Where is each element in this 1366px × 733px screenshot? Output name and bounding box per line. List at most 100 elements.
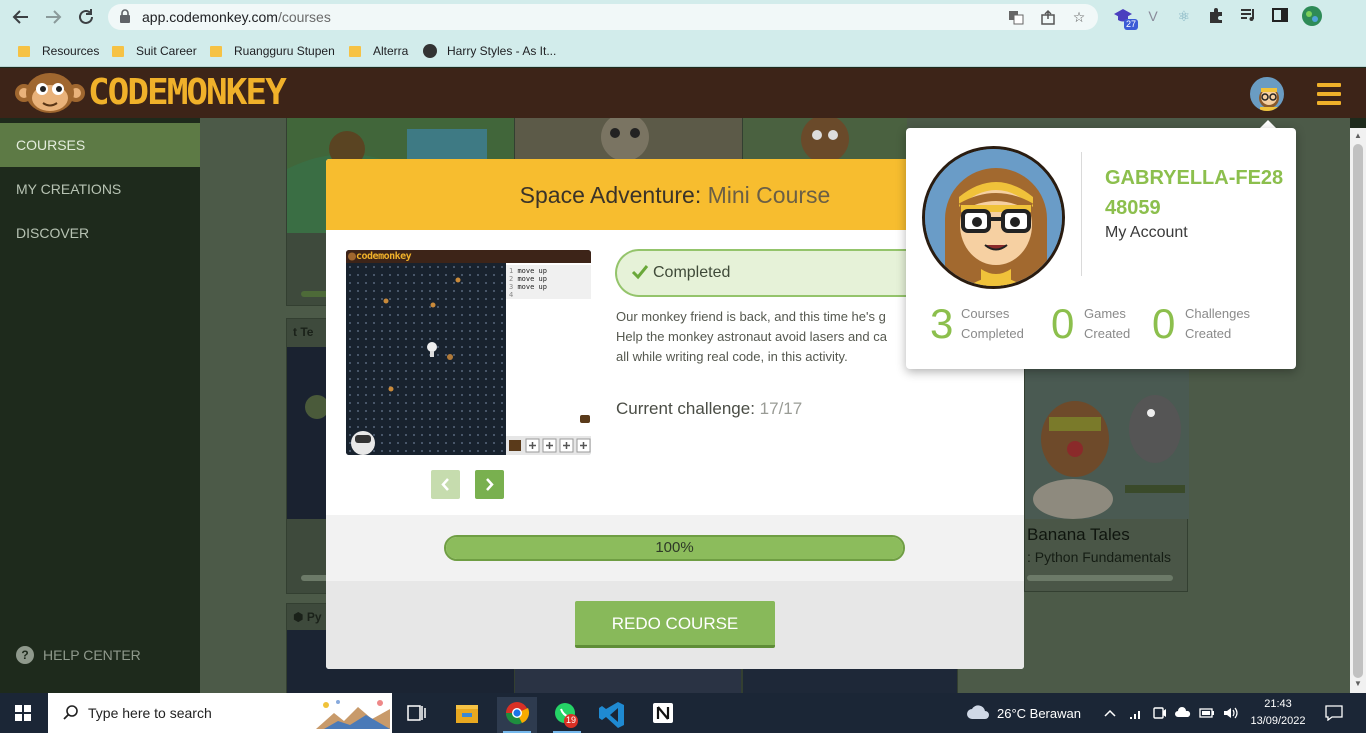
popover-divider <box>1081 152 1082 276</box>
back-arrow-icon[interactable] <box>10 6 32 28</box>
app-header: CODEMONKEY <box>0 68 1366 118</box>
volume-icon[interactable] <box>1222 705 1238 721</box>
monkey-logo-icon[interactable] <box>14 71 86 115</box>
bookmark-alterra[interactable]: Alterra <box>349 42 408 60</box>
bookmark-label: Resources <box>42 44 100 58</box>
stat-label: Games Created <box>1084 306 1131 341</box>
scroll-up-arrow-icon[interactable]: ▲ <box>1353 131 1363 141</box>
hamburger-menu-icon[interactable] <box>1317 83 1341 105</box>
profile-avatar-icon[interactable] <box>1302 6 1322 26</box>
challenge-value: 17/17 <box>759 399 803 418</box>
forward-arrow-icon[interactable] <box>42 6 64 28</box>
scrollbar-thumb[interactable] <box>1353 144 1363 678</box>
preview-header: codemonkey <box>346 250 591 263</box>
media-control-icon[interactable] <box>1238 6 1258 26</box>
course-progress-bar <box>1027 575 1173 581</box>
help-icon: ? <box>16 646 34 664</box>
status-label: Completed <box>653 264 731 281</box>
progress-label: 100% <box>655 539 694 556</box>
folder-icon <box>349 45 361 57</box>
meet-now-icon[interactable] <box>1151 705 1167 721</box>
course-progress-bar: 100% <box>444 535 905 561</box>
notifications-icon[interactable] <box>1325 705 1343 722</box>
bookmarks-bar: Resources Suit Career Ruangguru Stupen A… <box>0 34 1366 67</box>
stat-value: 0 <box>1051 300 1075 347</box>
task-view-icon[interactable] <box>396 697 436 733</box>
python-icon: ⬢ <box>293 610 307 624</box>
windows-start-icon[interactable] <box>15 705 31 721</box>
scroll-down-arrow-icon[interactable]: ▼ <box>1353 679 1363 689</box>
preview-code-editor: 1 move up 2 move up 3 move up 4 <box>506 263 591 455</box>
reload-icon[interactable] <box>75 6 97 28</box>
brand-wordmark[interactable]: CODEMONKEY <box>88 74 287 112</box>
search-placeholder: Type here to search <box>88 705 212 721</box>
current-challenge: Current challenge: 17/17 <box>616 399 802 419</box>
user-avatar[interactable] <box>922 146 1065 289</box>
file-explorer-icon[interactable] <box>447 697 487 733</box>
header-avatar[interactable] <box>1248 75 1286 113</box>
bookmark-resources[interactable]: Resources <box>18 42 99 60</box>
translate-icon[interactable] <box>1008 9 1024 25</box>
course-name: Space Adventure: <box>519 182 702 208</box>
bookmark-ruangguru[interactable]: Ruangguru Stupen <box>210 42 335 60</box>
taskbar-search[interactable]: Type here to search <box>48 693 392 733</box>
search-highlight-illustration <box>316 700 390 729</box>
network-icon[interactable] <box>1128 705 1144 721</box>
browser-toolbar: app.codemonkey.com/courses ☆ 27 V ⚛ <box>0 0 1366 34</box>
completed-status-badge: Completed <box>615 249 915 297</box>
folder-icon <box>112 45 124 57</box>
bookmark-star-icon[interactable]: ☆ <box>1071 9 1087 25</box>
weather-cloud-icon[interactable] <box>966 703 990 719</box>
progress-section: 100% <box>326 515 1024 581</box>
stat-label: Challenges Created <box>1185 306 1251 341</box>
course-tag: ⬢ Py <box>293 610 322 624</box>
react-extension-icon[interactable]: ⚛ <box>1174 6 1194 26</box>
url-text: app.codemonkey.com/courses <box>142 9 331 25</box>
onedrive-cloud-icon[interactable] <box>1175 705 1191 721</box>
notion-icon[interactable] <box>643 697 683 733</box>
help-center-link[interactable]: ? HELP CENTER <box>16 646 141 664</box>
graduation-cap-extension-icon[interactable]: 27 <box>1113 6 1138 30</box>
share-icon[interactable] <box>1040 9 1056 25</box>
bookmark-label: Alterra <box>373 44 409 58</box>
bookmark-suit-career[interactable]: Suit Career <box>112 42 197 60</box>
v-extension-icon[interactable]: V <box>1143 6 1163 26</box>
course-card-banana-tales[interactable]: Banana Tales : Python Fundamentals <box>1024 368 1189 592</box>
course-kind: Mini Course <box>707 182 831 208</box>
battery-icon[interactable] <box>1199 705 1215 721</box>
bookmark-harry-styles[interactable]: Harry Styles - As It... <box>423 42 556 60</box>
sidebar-item-courses[interactable]: COURSES <box>0 123 200 167</box>
course-preview[interactable]: codemonkey 1 move up 2 move up 3 move up… <box>346 250 591 455</box>
bookmark-label: Harry Styles - As It... <box>447 44 557 58</box>
extensions-puzzle-icon[interactable] <box>1206 6 1226 26</box>
sidebar-item-my-creations[interactable]: MY CREATIONS <box>0 167 200 211</box>
windows-taskbar: Type here to search 19 26°C Berawan 21:4… <box>0 693 1366 733</box>
weather-text[interactable]: 26°C Berawan <box>997 706 1081 721</box>
monkey-logo-icon <box>348 252 356 261</box>
clock-date: 13/09/2022 <box>1250 715 1306 727</box>
account-popover: GABRYELLA-FE2848059 My Account 3 Courses… <box>906 128 1296 369</box>
whatsapp-icon[interactable]: 19 <box>547 697 587 733</box>
challenge-label: Current challenge: <box>616 399 755 418</box>
help-center-label: HELP CENTER <box>43 647 141 663</box>
vscode-icon[interactable] <box>594 697 634 733</box>
preview-stage <box>346 263 506 455</box>
previous-slide-button[interactable] <box>431 470 460 499</box>
next-slide-button[interactable] <box>475 470 504 499</box>
astronaut-icon <box>427 342 437 357</box>
redo-course-button[interactable]: REDO COURSE <box>575 601 775 648</box>
course-title: Banana Tales <box>1027 525 1130 544</box>
my-account-link[interactable]: My Account <box>1105 224 1188 242</box>
page-scrollbar[interactable]: ▲ ▼ <box>1350 128 1366 693</box>
chevron-up-icon[interactable] <box>1102 705 1118 721</box>
chrome-taskbar-icon[interactable] <box>497 697 537 733</box>
extension-badge: 27 <box>1123 19 1138 30</box>
address-bar[interactable]: app.codemonkey.com/courses ☆ <box>108 4 1098 30</box>
stat-label: Courses Completed <box>961 306 1024 341</box>
sidebar-item-discover[interactable]: DISCOVER <box>0 211 200 255</box>
preview-toolbar <box>506 436 591 455</box>
side-panel-icon[interactable] <box>1270 6 1290 26</box>
stat-value: 3 <box>930 300 954 347</box>
system-clock[interactable]: 21:43 13/09/2022 <box>1246 696 1310 730</box>
preview-logo: codemonkey <box>356 251 412 262</box>
